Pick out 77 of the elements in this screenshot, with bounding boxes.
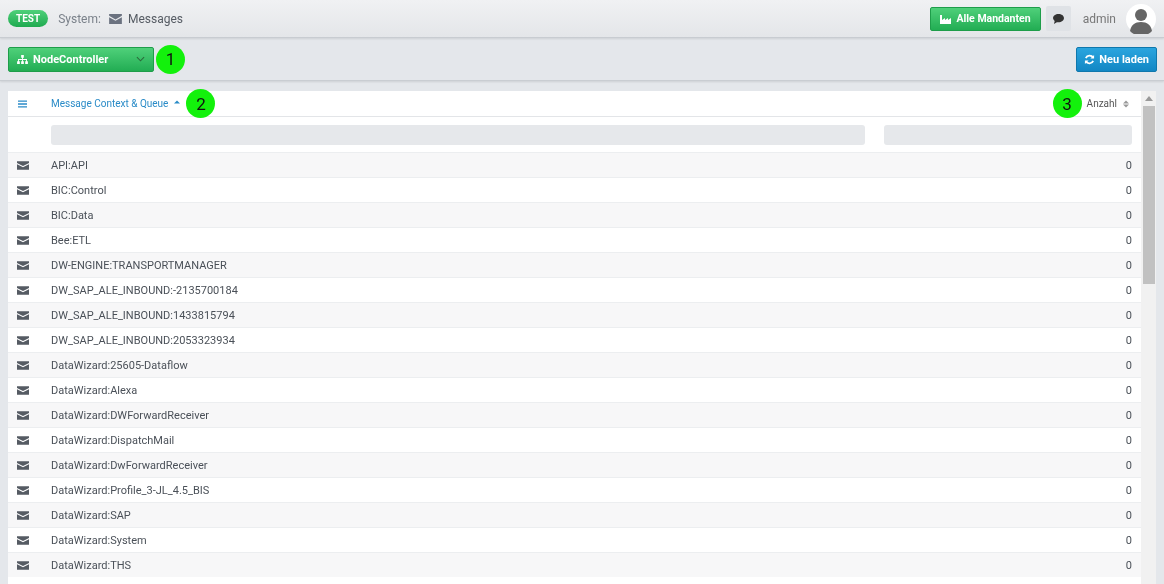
filter-field[interactable] <box>51 124 865 145</box>
table-cell: DW_SAP_ALE_INBOUND:-2135700184 <box>51 283 238 297</box>
tenants-button[interactable]: Alle Mandanten <box>929 6 1041 31</box>
envelope-icon <box>17 285 29 295</box>
envelope-icon <box>17 410 29 420</box>
envelope-icon <box>17 310 29 320</box>
envelope-icon <box>17 560 29 570</box>
menu-icon[interactable] <box>18 99 27 108</box>
table-cell: 0 <box>1125 458 1132 472</box>
envelope-icon <box>17 160 29 170</box>
table-cell: 0 <box>1125 208 1132 222</box>
table-cell: DataWizard:DispatchMail <box>51 433 175 447</box>
column-header[interactable]: Message Context & Queue <box>46 98 185 109</box>
sort-none-icon <box>1123 99 1129 108</box>
table-cell: DataWizard:Alexa <box>51 383 138 397</box>
table-cell: 0 <box>1125 533 1132 547</box>
table-cell: Bee:ETL <box>51 233 92 247</box>
chat-icon <box>1052 13 1064 24</box>
table-cell: DataWizard:25605-Dataflow <box>51 358 188 372</box>
column-header[interactable]: Anzahl <box>1081 98 1133 109</box>
table-cell: DW_SAP_ALE_INBOUND:2053323934 <box>51 333 235 347</box>
table-cell: DataWizard:SAP <box>51 508 131 522</box>
table-cell: 0 <box>1125 558 1132 572</box>
reload-button[interactable]: Neu laden <box>1076 46 1157 72</box>
envelope-icon <box>17 460 29 470</box>
callout-marker: 1 <box>156 44 185 74</box>
callout-marker: 2 <box>186 89 216 118</box>
table-cell: DataWizard:DWForwardReceiver <box>51 408 209 422</box>
table-cell: 0 <box>1125 358 1132 372</box>
table-cell: 0 <box>1125 408 1132 422</box>
callout-marker: 3 <box>1052 89 1082 118</box>
envelope-icon <box>17 385 29 395</box>
table-cell: 0 <box>1125 508 1132 522</box>
table-cell: 0 <box>1125 283 1132 297</box>
envelope-icon <box>17 435 29 445</box>
refresh-icon <box>1084 53 1096 65</box>
envelope-icon <box>17 260 29 270</box>
envelope-icon <box>17 235 29 245</box>
envelope-icon <box>17 335 29 345</box>
user-name[interactable]: admin <box>1082 11 1116 26</box>
table-cell: DW_SAP_ALE_INBOUND:1433815794 <box>51 308 235 322</box>
envelope-icon <box>17 535 29 545</box>
envelope-icon <box>17 485 29 495</box>
table-cell: 0 <box>1125 158 1132 172</box>
table-cell: 0 <box>1125 333 1132 347</box>
table-cell: API:API <box>51 158 88 172</box>
table-cell: 0 <box>1125 258 1132 272</box>
system-label: System: <box>58 11 101 26</box>
filter-field[interactable] <box>884 124 1132 145</box>
table-cell: DataWizard:THS <box>51 558 132 572</box>
table-cell: DataWizard:System <box>51 533 147 547</box>
chevron-down-icon <box>136 56 145 62</box>
table-cell: 0 <box>1125 433 1132 447</box>
page-title: Messages <box>127 11 183 26</box>
envelope-icon <box>108 13 122 24</box>
table-cell: 0 <box>1125 483 1132 497</box>
envelope-icon <box>17 210 29 220</box>
scroll-up-icon[interactable] <box>1144 96 1153 101</box>
table-cell: DataWizard:Profile_3-JL_4.5_BIS <box>51 483 210 497</box>
table-cell: BIC:Control <box>51 183 107 197</box>
avatar-icon[interactable] <box>1126 3 1156 34</box>
table-cell: DW-ENGINE:TRANSPORTMANAGER <box>51 258 227 272</box>
sitemap-icon <box>17 54 28 64</box>
table-cell: 0 <box>1125 383 1132 397</box>
table-cell: 0 <box>1125 233 1132 247</box>
scrollbar[interactable] <box>1141 91 1156 584</box>
factory-icon <box>939 13 952 24</box>
envelope-icon <box>17 185 29 195</box>
table-cell: BIC:Data <box>51 208 94 222</box>
envelope-icon <box>17 510 29 520</box>
table-cell: DataWizard:DwForwardReceiver <box>51 458 208 472</box>
envelope-icon <box>17 360 29 370</box>
table-cell: 0 <box>1125 308 1132 322</box>
table-cell: 0 <box>1125 183 1132 197</box>
node-select[interactable]: NodeController <box>8 46 154 72</box>
chat-button[interactable] <box>1045 6 1071 31</box>
environment-badge: TEST <box>8 10 49 27</box>
